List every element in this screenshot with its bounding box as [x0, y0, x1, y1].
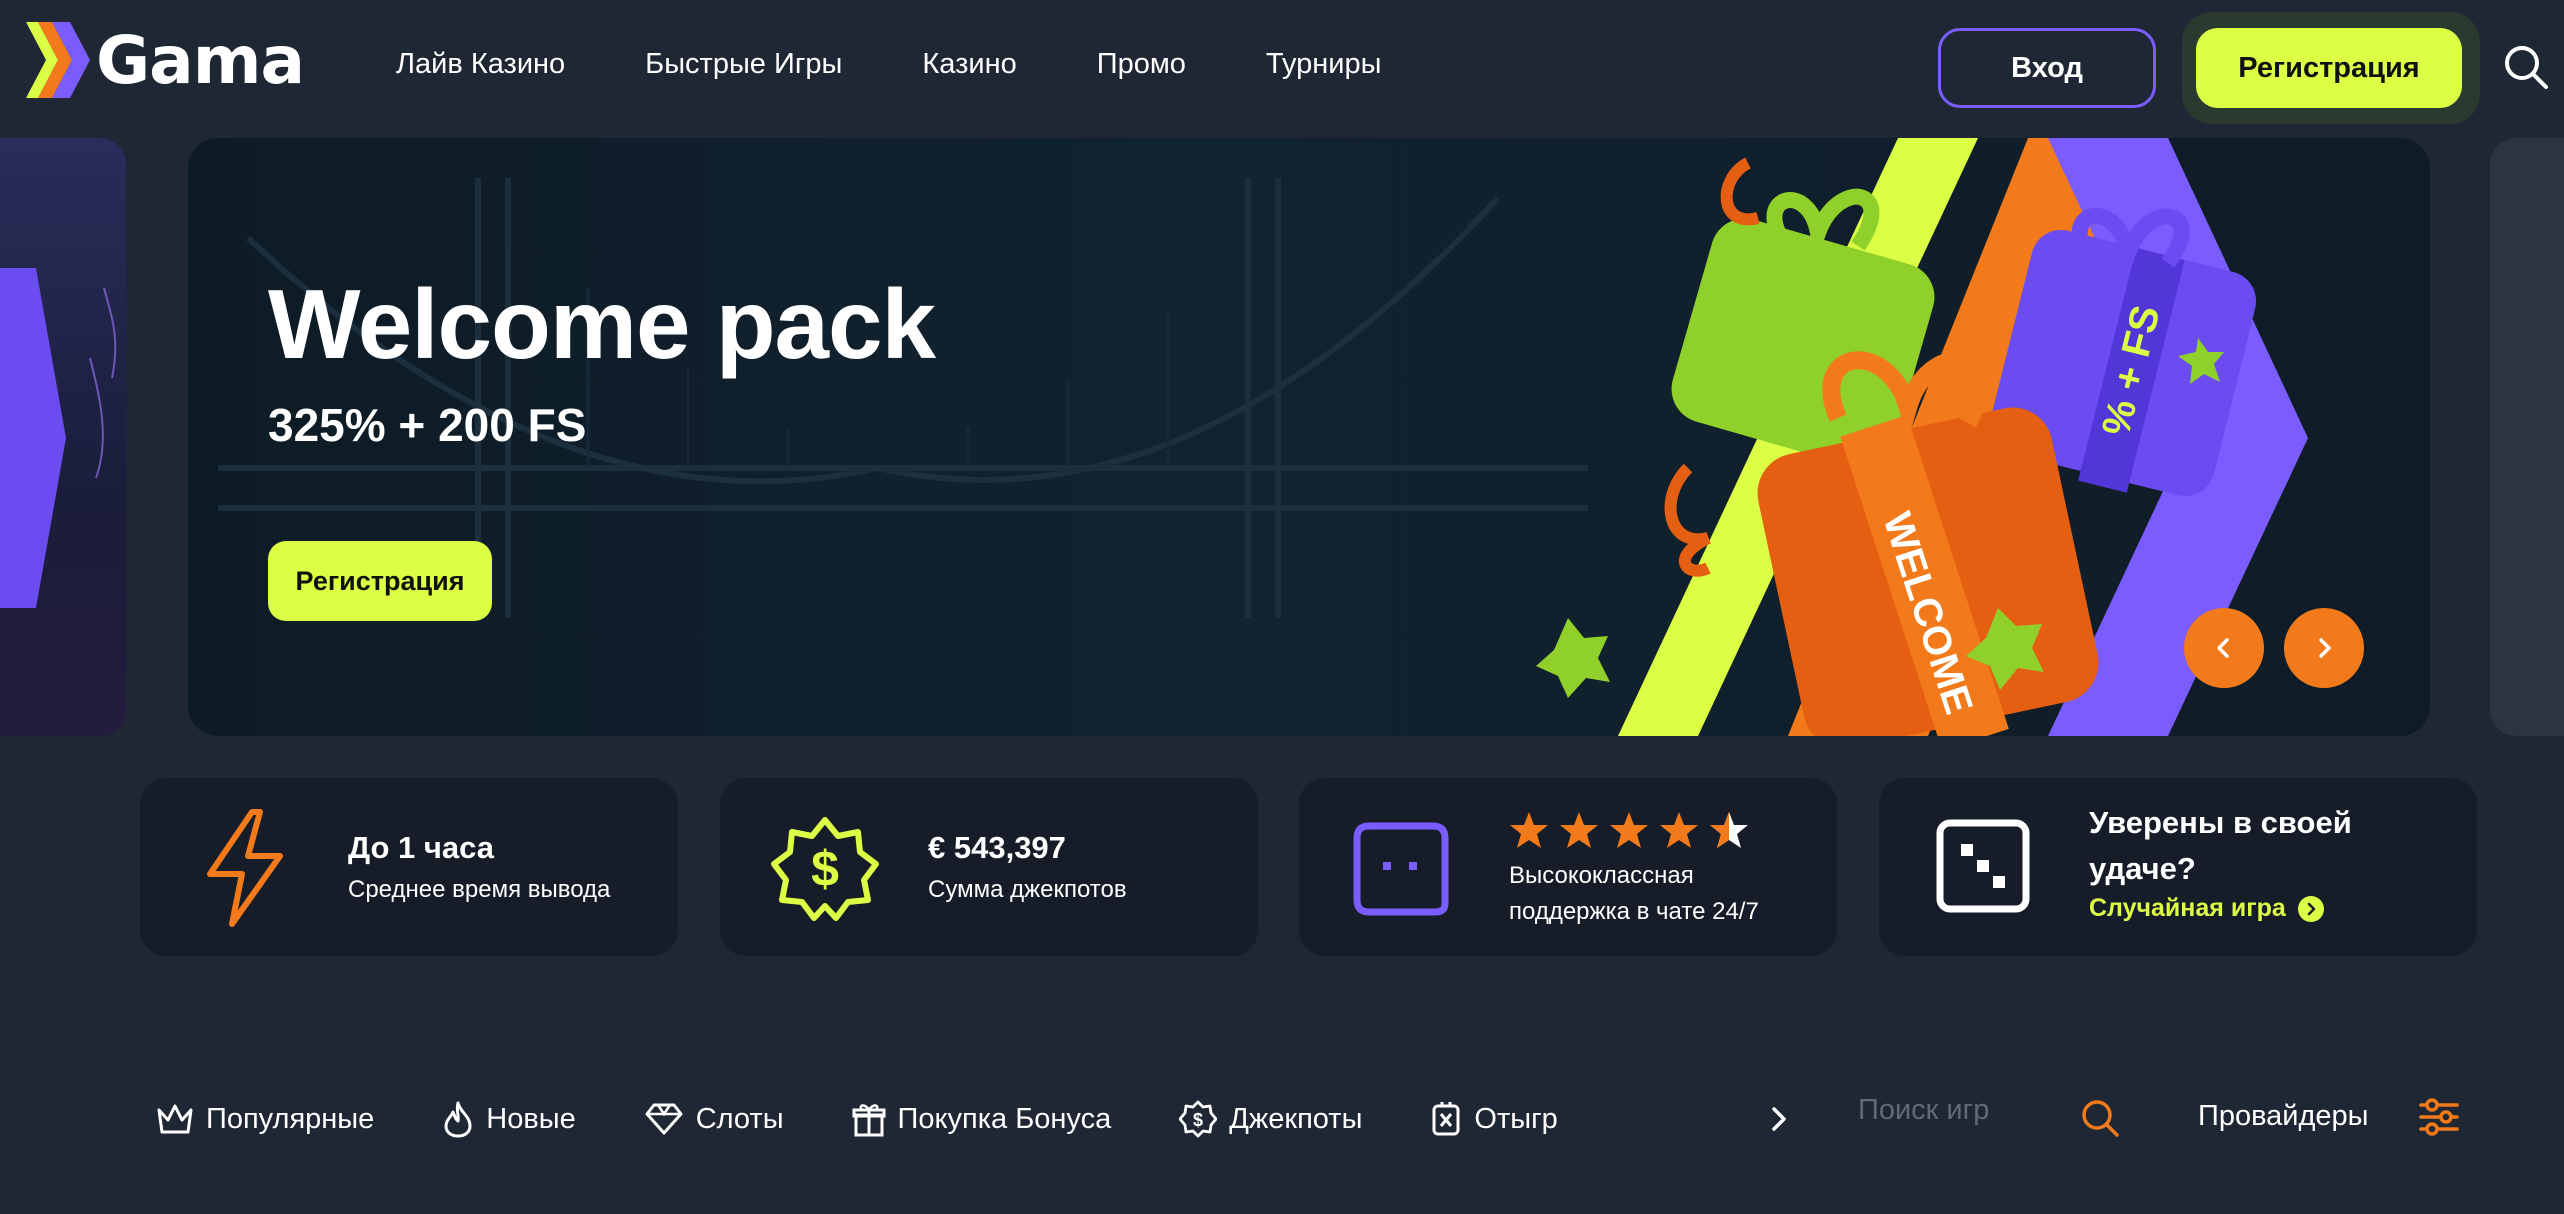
hero-register-button[interactable]: Регистрация: [268, 541, 492, 621]
payout-subtitle: Среднее время вывода: [348, 876, 611, 903]
svg-text:$: $: [1193, 1110, 1203, 1130]
category-wagering[interactable]: Отыгрыш: [1430, 1100, 1558, 1138]
nav-tournaments[interactable]: Турниры: [1266, 48, 1382, 81]
jackpot-amount: € 543,397: [928, 830, 1066, 865]
hero-banner: Welcome pack 325% + 200 FS Регистрация %…: [188, 138, 2430, 736]
logo-text: Gama: [96, 21, 305, 99]
dollar-badge-icon: $: [771, 817, 879, 921]
category-jackpots[interactable]: $ Джекпоты: [1179, 1100, 1362, 1138]
diamond-icon: [645, 1103, 683, 1135]
nav-live-casino[interactable]: Лайв Казино: [396, 48, 565, 81]
hero-title: Welcome pack: [268, 269, 936, 379]
star-icon: [1610, 812, 1648, 848]
nav-promo[interactable]: Промо: [1097, 48, 1186, 81]
category-label: Популярные: [206, 1102, 375, 1135]
nav-casino[interactable]: Казино: [922, 48, 1016, 81]
game-search-box: [1858, 1094, 2058, 1127]
feature-card-random-game: Уверены в своей удаче? Случайная игра: [1879, 778, 2477, 956]
logo[interactable]: Gama: [26, 21, 305, 99]
game-category-bar: Популярные Новые Слоты Покупка Бонуса $ …: [156, 1096, 1558, 1142]
jackpot-subtitle: Сумма джекпотов: [928, 876, 1127, 903]
rating-stars: [1509, 810, 1759, 850]
category-label: Отыгрыш: [1474, 1102, 1558, 1135]
hero-next-button[interactable]: [2284, 608, 2364, 688]
providers-button[interactable]: Провайдеры: [2198, 1100, 2369, 1133]
category-label: Слоты: [695, 1102, 784, 1135]
feature-card-payout: До 1 часа Среднее время вывода: [140, 778, 678, 956]
star-icon: [1660, 812, 1698, 848]
star-half-icon: [1710, 812, 1748, 848]
category-slots[interactable]: Слоты: [644, 1102, 784, 1136]
category-bonus-buy[interactable]: Покупка Бонуса: [852, 1101, 1112, 1137]
random-game-title: Уверены в своей удаче?: [2089, 805, 2352, 886]
feature-card-jackpot: $ € 543,397 Сумма джекпотов: [720, 778, 1258, 956]
crown-icon: [157, 1104, 193, 1134]
star-icon: [1510, 812, 1548, 848]
game-search-input[interactable]: [1858, 1094, 2058, 1127]
star-icon: [1560, 812, 1598, 848]
search-icon[interactable]: [2503, 44, 2549, 90]
register-button-wrap: Регистрация: [2182, 12, 2480, 124]
chevron-right-icon: [2319, 638, 2331, 658]
dice-icon: [1936, 819, 2030, 913]
support-subtitle: Высококлассная поддержка в чате 24/7: [1509, 862, 1759, 925]
search-icon[interactable]: [2080, 1098, 2120, 1138]
svg-text:$: $: [811, 841, 839, 897]
chat-icon: [1353, 822, 1449, 916]
site-header: Gama Лайв Казино Быстрые Игры Казино Про…: [0, 0, 2564, 136]
chevron-left-icon: [2217, 638, 2229, 658]
category-label: Покупка Бонуса: [897, 1102, 1112, 1135]
category-label: Джекпоты: [1229, 1102, 1363, 1135]
previous-slide-peek[interactable]: [0, 138, 126, 736]
filter-sliders-icon[interactable]: [2418, 1096, 2460, 1138]
arrow-right-circle-icon: [2297, 895, 2324, 922]
jackpot-icon: $: [1179, 1100, 1218, 1138]
ticket-icon: [1432, 1102, 1460, 1136]
previous-slide-art: [0, 268, 117, 608]
gift-icon: [852, 1104, 886, 1137]
fire-icon: [444, 1101, 472, 1138]
random-game-link-label: Случайная игра: [2089, 894, 2286, 922]
category-label: Новые: [486, 1102, 576, 1135]
lightning-icon: [207, 809, 283, 927]
register-button[interactable]: Регистрация: [2196, 28, 2462, 108]
hero-prev-button[interactable]: [2184, 608, 2264, 688]
gift-boxes-art: % + FS WELCOME: [1536, 138, 2308, 736]
nav-fast-games[interactable]: Быстрые Игры: [645, 48, 842, 81]
hero-subtitle: 325% + 200 FS: [268, 399, 587, 451]
main-nav: Лайв Казино Быстрые Игры Казино Промо Ту…: [396, 48, 1461, 81]
next-slide-peek[interactable]: [2490, 138, 2564, 736]
logo-chevrons-icon: [26, 22, 90, 98]
feature-card-support: Высококлассная поддержка в чате 24/7: [1299, 778, 1837, 956]
category-popular[interactable]: Популярные: [156, 1102, 374, 1136]
payout-title: До 1 часа: [348, 830, 494, 865]
category-new[interactable]: Новые: [442, 1100, 576, 1138]
categories-scroll-right-icon[interactable]: [1764, 1104, 1794, 1134]
random-game-link[interactable]: Случайная игра: [2089, 894, 2324, 923]
login-button[interactable]: Вход: [1938, 28, 2156, 108]
